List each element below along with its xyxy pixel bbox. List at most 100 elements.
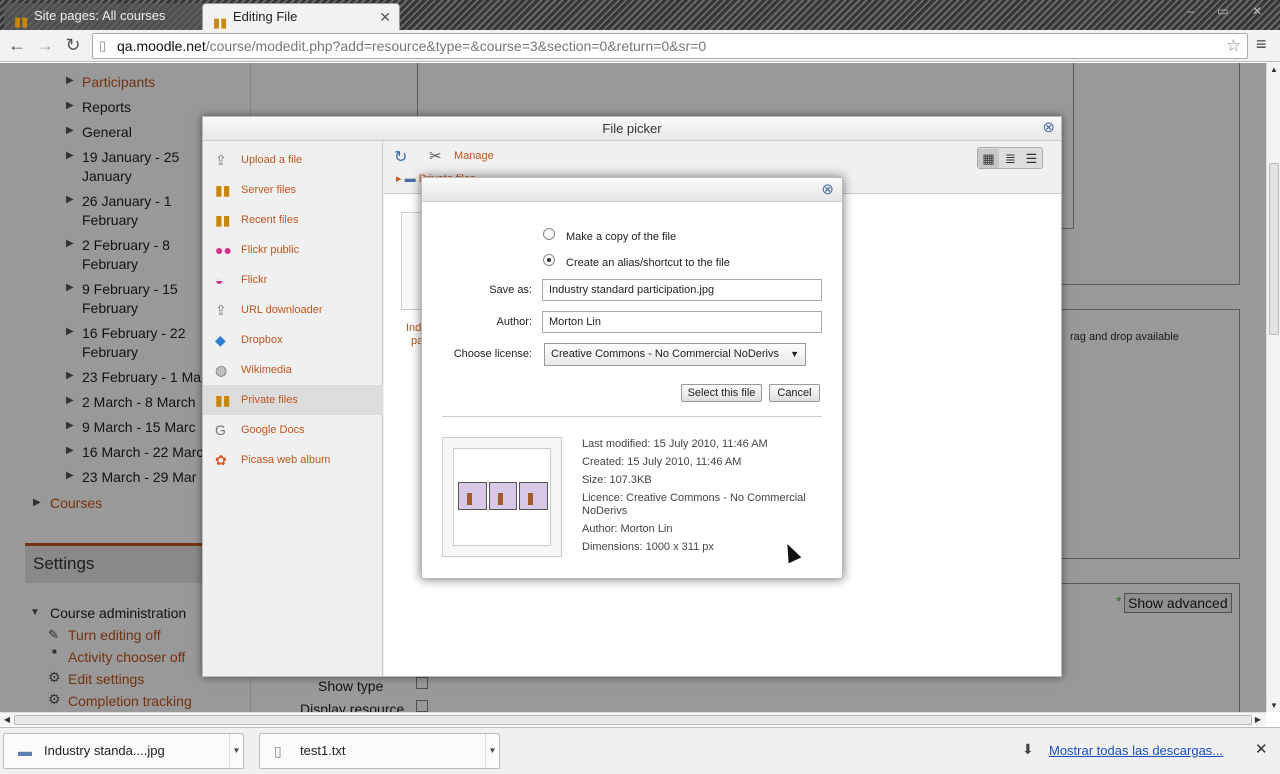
download-arrow-icon: ⬇ (1022, 741, 1034, 757)
url-path: /course/modedit.php?add=resource&type=&c… (205, 38, 707, 54)
tab-site-pages[interactable]: ▮▮ Site pages: All courses (4, 3, 210, 30)
file-picker-header: File picker ⊗ (203, 117, 1061, 141)
tools-icon: ✂ (429, 148, 442, 165)
info-size: Size: 107.3KB (582, 474, 652, 486)
scroll-up-icon[interactable]: ▲ (1267, 65, 1280, 74)
repo-flickr-public[interactable]: ●● Flickr public (203, 235, 383, 265)
window-controls[interactable]: ‒ ▭ ✕ (1187, 4, 1272, 18)
tab-label: Editing File (233, 9, 298, 24)
alias-file-radio[interactable] (543, 254, 555, 266)
info-author: Author: Morton Lin (582, 523, 673, 535)
tab-label: Site pages: All courses (34, 8, 166, 23)
select-file-dialog: ⊗ Make a copy of the file Create an alia… (421, 177, 843, 579)
list-view-icon[interactable]: ≣ (1000, 149, 1021, 168)
icon-view-icon[interactable]: ▦ (978, 149, 999, 168)
divider (442, 416, 822, 417)
repo-label: Flickr (241, 274, 268, 286)
save-as-label: Save as: (489, 284, 532, 296)
tab-editing-file[interactable]: ▮▮ Editing File ✕ (202, 3, 400, 30)
dropbox-icon: ◆ (215, 332, 226, 348)
close-icon[interactable]: ✕ (1255, 740, 1268, 758)
dropdown-arrow-icon[interactable]: ▼ (229, 734, 243, 768)
scroll-thumb[interactable] (1269, 163, 1279, 335)
repo-upload[interactable]: ⇪ Upload a file (203, 145, 383, 175)
folder-icon: ▬ (404, 173, 416, 185)
moodle-icon: ▮▮ (215, 182, 231, 198)
file-label-line: Ind (406, 322, 422, 334)
scroll-thumb[interactable] (14, 715, 1252, 725)
close-icon[interactable]: ⊗ (1042, 120, 1055, 136)
view-toggle: ▦ ≣ ☰ (977, 147, 1043, 169)
repo-server-files[interactable]: ▮▮ Server files (203, 175, 383, 205)
url-host: qa.moodle.net (117, 38, 206, 54)
repo-label: Upload a file (241, 154, 303, 166)
author-input[interactable] (542, 311, 822, 333)
author-label: Author: (496, 316, 532, 328)
alias-file-label: Create an alias/shortcut to the file (566, 257, 730, 269)
repo-google-docs[interactable]: G Google Docs (203, 415, 383, 445)
select-dialog-header: ⊗ (422, 178, 842, 202)
google-icon: G (215, 422, 226, 438)
dropdown-arrow-icon: ▼ (790, 349, 799, 359)
copy-file-radio[interactable] (543, 228, 555, 240)
text-file-icon: ▯ (274, 743, 282, 759)
browser-toolbar: ← → ↻ ▯ qa.moodle.net/course/modedit.php… (0, 30, 1280, 62)
repo-label: Private files (241, 394, 298, 406)
license-select[interactable]: Creative Commons - No Commercial NoDeriv… (544, 343, 806, 366)
back-icon[interactable]: ← (5, 34, 29, 58)
reload-icon[interactable]: ↻ (61, 34, 85, 58)
repo-label: Google Docs (241, 424, 305, 436)
horizontal-scrollbar[interactable]: ◀ ▶ (0, 712, 1266, 726)
upload-icon: ⇪ (215, 152, 227, 168)
license-value: Creative Commons - No Commercial NoDeriv… (551, 348, 779, 360)
info-licence: Licence: Creative Commons - No Commercia… (582, 492, 806, 517)
scroll-right-icon[interactable]: ▶ (1252, 713, 1264, 727)
picasa-icon: ✿ (215, 452, 227, 468)
manage-link[interactable]: Manage (454, 150, 494, 162)
wikimedia-icon: ◍ (215, 362, 228, 378)
bookmark-star-icon[interactable]: ☆ (1226, 34, 1241, 58)
tab-strip: ▮▮ Site pages: All courses ▮▮ Editing Fi… (0, 0, 1280, 30)
scroll-left-icon[interactable]: ◀ (1, 713, 13, 727)
repo-label: URL downloader (241, 304, 323, 316)
close-icon[interactable]: ⊗ (821, 182, 834, 198)
save-as-input[interactable] (542, 279, 822, 301)
repo-url-downloader[interactable]: ⇪ URL downloader (203, 295, 383, 325)
repo-recent-files[interactable]: ▮▮ Recent files (203, 205, 383, 235)
image-file-icon: ▬ (18, 743, 32, 759)
repo-label: Picasa web album (241, 454, 331, 466)
repo-label: Wikimedia (241, 364, 292, 376)
cancel-button[interactable]: Cancel (769, 384, 820, 402)
repo-label: Flickr public (241, 244, 300, 256)
scroll-down-icon[interactable]: ▼ (1267, 701, 1280, 710)
repo-wikimedia[interactable]: ◍ Wikimedia (203, 355, 383, 385)
repo-label: Dropbox (241, 334, 283, 346)
show-all-downloads-link[interactable]: Mostrar todas las descargas... (1049, 743, 1223, 758)
moodle-icon: ▮▮ (215, 392, 231, 408)
refresh-icon[interactable]: ↻ (394, 147, 407, 167)
close-tab-icon[interactable]: ✕ (379, 4, 391, 30)
download-item[interactable]: ▬ Industry standa....jpg ▼ (3, 733, 244, 769)
file-picker-title: File picker (602, 121, 662, 136)
vertical-scrollbar[interactable]: ▲ ▼ (1266, 63, 1280, 712)
file-thumbnail (442, 437, 562, 557)
tree-view-icon[interactable]: ☰ (1021, 149, 1042, 168)
info-created: Created: 15 July 2010, 11:46 AM (582, 456, 742, 468)
menu-icon[interactable]: ≡ (1256, 35, 1272, 53)
file-tile[interactable] (401, 212, 423, 310)
repo-picasa[interactable]: ✿ Picasa web album (203, 445, 383, 475)
select-this-file-button[interactable]: Select this file (681, 384, 762, 402)
download-filename: Industry standa....jpg (44, 743, 165, 758)
flickr-icon: ●● (215, 242, 232, 258)
forward-icon[interactable]: → (33, 34, 57, 58)
download-item[interactable]: ▯ test1.txt ▼ (259, 733, 500, 769)
url-icon: ⇪ (215, 302, 227, 318)
repo-private-files[interactable]: ▮▮ Private files (203, 385, 383, 415)
repo-flickr[interactable]: ◒ Flickr (203, 265, 383, 295)
dropdown-arrow-icon[interactable]: ▼ (485, 734, 499, 768)
page-icon: ▯ (99, 38, 107, 53)
repo-dropbox[interactable]: ◆ Dropbox (203, 325, 383, 355)
repo-label: Server files (241, 184, 297, 196)
address-bar[interactable]: ▯ qa.moodle.net/course/modedit.php?add=r… (92, 33, 1248, 59)
download-filename: test1.txt (300, 743, 346, 758)
